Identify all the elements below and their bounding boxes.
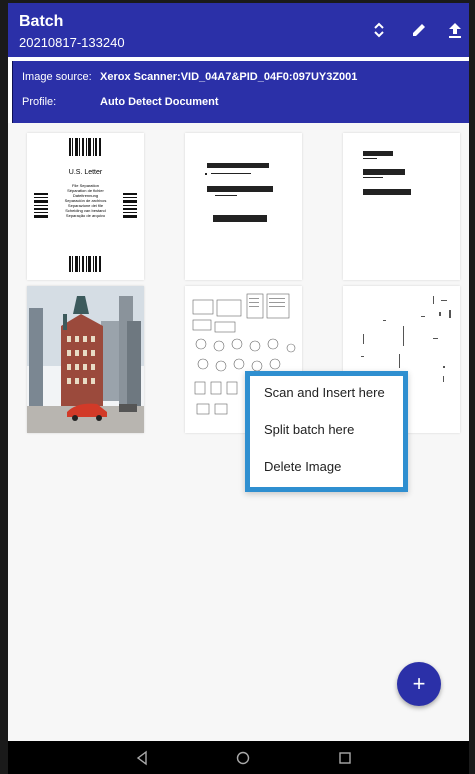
- separation-text: File Separation Séparation de fichier Da…: [64, 183, 107, 218]
- back-icon[interactable]: [134, 749, 152, 767]
- page-thumbnail[interactable]: [27, 286, 144, 433]
- profile-label: Profile:: [22, 96, 57, 108]
- upload-icon[interactable]: [442, 17, 468, 43]
- batch-title: Batch: [19, 13, 64, 30]
- batch-subtitle: 20210817-133240: [19, 35, 125, 50]
- app-bar: Batch 20210817-133240: [8, 3, 469, 57]
- system-nav-bar: [8, 741, 469, 774]
- page-thumbnail[interactable]: U.S. Letter File Separation Séparation d…: [27, 133, 144, 280]
- profile-value: Auto Detect Document: [100, 96, 219, 108]
- recents-icon[interactable]: [336, 749, 354, 767]
- image-source-value: Xerox Scanner:VID_04A7&PID_04F0:097UY3Z0…: [100, 71, 358, 83]
- page-thumbnail[interactable]: [343, 133, 460, 280]
- barcode-bottom: [69, 256, 101, 272]
- edit-icon[interactable]: [406, 17, 432, 43]
- scan-and-insert-menu-item[interactable]: Scan and Insert here: [264, 385, 385, 400]
- barcode-page-image: [205, 163, 273, 222]
- scan-info-panel: Image source: Xerox Scanner:VID_04A7&PID…: [12, 61, 469, 123]
- image-source-label: Image source:: [22, 71, 92, 83]
- page-thumbnail[interactable]: [185, 133, 302, 280]
- split-batch-menu-item[interactable]: Split batch here: [264, 422, 354, 437]
- context-menu: Scan and Insert here Split batch here De…: [245, 371, 408, 492]
- barcode-top: [69, 138, 101, 156]
- barcode-left: [34, 193, 48, 218]
- delete-image-menu-item[interactable]: Delete Image: [264, 459, 341, 474]
- barcode-right: [123, 193, 137, 218]
- city-photo-image: [27, 286, 144, 433]
- barcode-page-image: [363, 151, 411, 195]
- page-size-label: U.S. Letter: [68, 169, 103, 176]
- sort-icon[interactable]: [366, 17, 392, 43]
- home-icon[interactable]: [234, 749, 252, 767]
- add-page-button[interactable]: +: [397, 662, 441, 706]
